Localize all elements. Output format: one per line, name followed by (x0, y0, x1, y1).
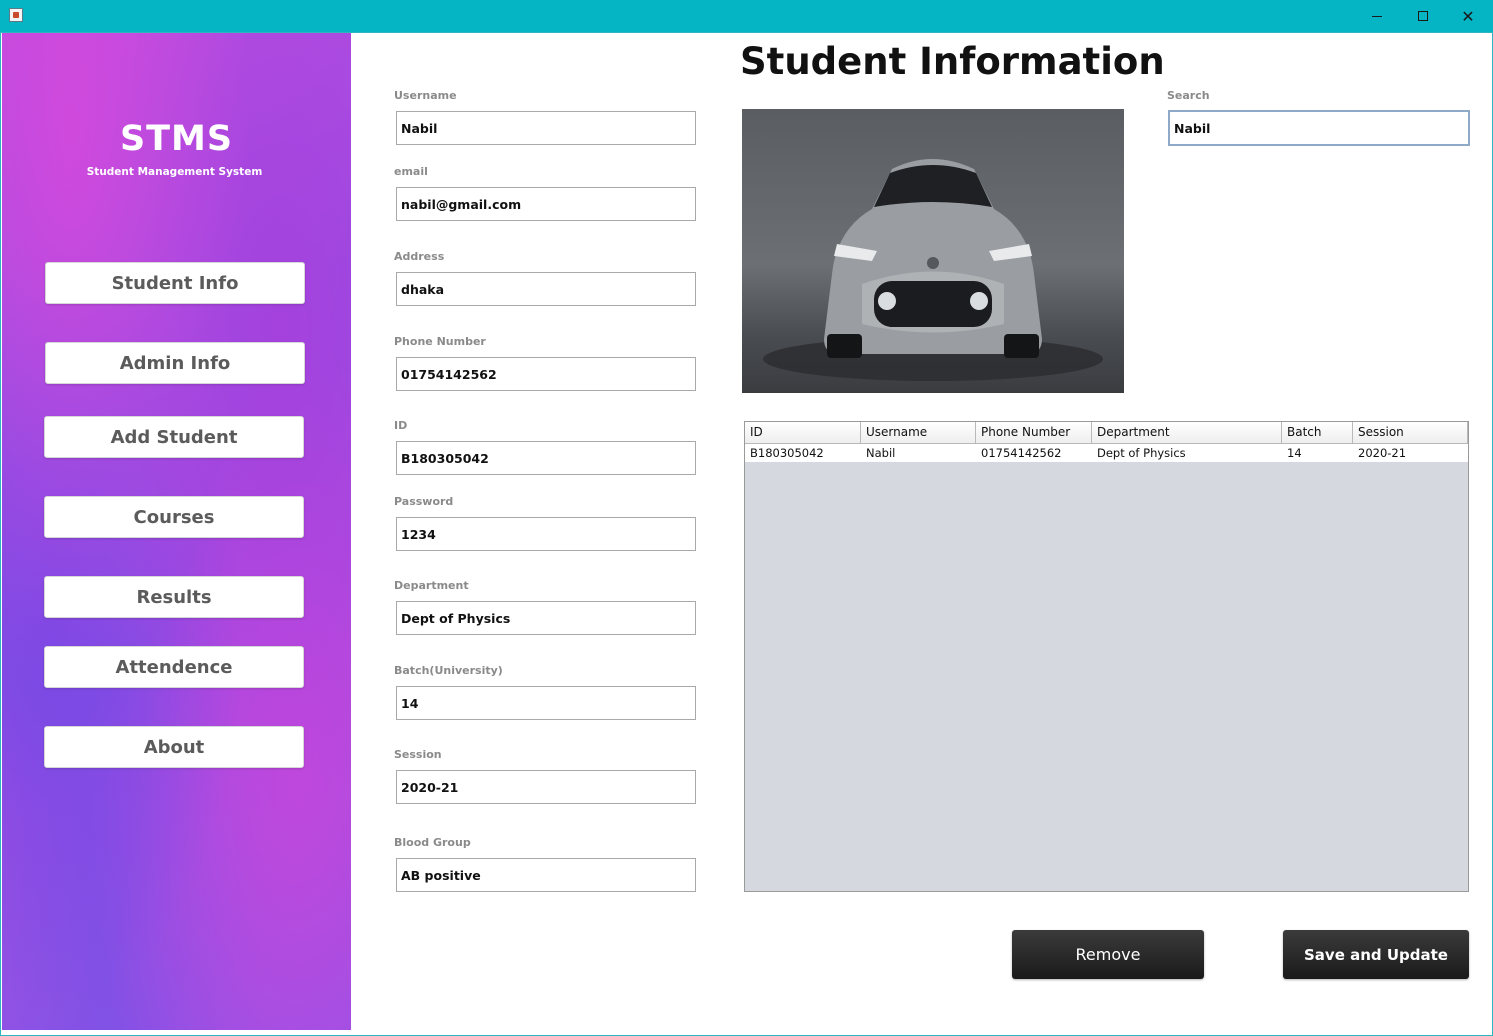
id-field[interactable] (396, 441, 696, 475)
blood-group-label: Blood Group (394, 836, 471, 849)
window-titlebar: ✕ (0, 0, 1493, 32)
nav-add-student-button[interactable]: Add Student (44, 416, 304, 458)
nav-about-button[interactable]: About (44, 726, 304, 768)
minimize-icon (1372, 15, 1382, 17)
nav-admin-info-button[interactable]: Admin Info (45, 342, 305, 384)
nav-results-button[interactable]: Results (44, 576, 304, 618)
password-label: Password (394, 495, 454, 508)
nav-courses-button[interactable]: Courses (44, 496, 304, 538)
table-cell: 2020-21 (1358, 446, 1407, 460)
table-cell: 14 (1287, 446, 1302, 460)
close-button[interactable]: ✕ (1445, 0, 1491, 32)
username-label: Username (394, 89, 457, 102)
search-label: Search (1167, 89, 1210, 102)
app-subtitle: Student Management System (86, 166, 263, 178)
address-label: Address (394, 250, 445, 263)
column-header-batch[interactable]: Batch (1282, 422, 1353, 443)
phone-number-field[interactable] (396, 357, 696, 391)
minimize-button[interactable] (1354, 0, 1400, 32)
department-field[interactable] (396, 601, 696, 635)
save-and-update-button[interactable]: Save and Update (1283, 930, 1469, 979)
session-label: Session (394, 748, 442, 761)
maximize-button[interactable] (1400, 0, 1446, 32)
batch-field[interactable] (396, 686, 696, 720)
column-header-id[interactable]: ID (745, 422, 861, 443)
search-input[interactable] (1168, 110, 1470, 146)
nav-student-info-button[interactable]: Student Info (45, 262, 305, 304)
blood-group-field[interactable] (396, 858, 696, 892)
column-header-session[interactable]: Session (1353, 422, 1468, 443)
phone-number-label: Phone Number (394, 335, 486, 348)
table-header: ID Username Phone Number Department Batc… (745, 422, 1468, 444)
table-cell: Dept of Physics (1097, 446, 1186, 460)
close-icon: ✕ (1461, 6, 1475, 26)
java-app-icon (9, 8, 23, 22)
app-logo: STMS (119, 119, 234, 159)
id-label: ID (394, 419, 408, 432)
address-field[interactable] (396, 272, 696, 306)
session-field[interactable] (396, 770, 696, 804)
department-label: Department (394, 579, 469, 592)
sidebar: STMS Student Management System Student I… (2, 33, 351, 1030)
column-header-phone-number[interactable]: Phone Number (976, 422, 1092, 443)
page-title: Student Information (740, 40, 1165, 83)
table-cell: 01754142562 (981, 446, 1062, 460)
table-row[interactable]: B180305042 Nabil 01754142562 Dept of Phy… (745, 444, 1468, 462)
table-cell: B180305042 (750, 446, 824, 460)
batch-label: Batch(University) (394, 664, 503, 677)
column-header-department[interactable]: Department (1092, 422, 1282, 443)
student-table: ID Username Phone Number Department Batc… (744, 421, 1469, 892)
password-field[interactable] (396, 517, 696, 551)
student-photo (742, 109, 1124, 393)
car-photo-icon (763, 159, 1103, 381)
table-cell: Nabil (866, 446, 896, 460)
remove-button[interactable]: Remove (1012, 930, 1204, 979)
email-label: email (394, 165, 428, 178)
nav-attendence-button[interactable]: Attendence (44, 646, 304, 688)
email-field[interactable] (396, 187, 696, 221)
username-field[interactable] (396, 111, 696, 145)
column-header-username[interactable]: Username (861, 422, 976, 443)
maximize-icon (1418, 11, 1428, 21)
